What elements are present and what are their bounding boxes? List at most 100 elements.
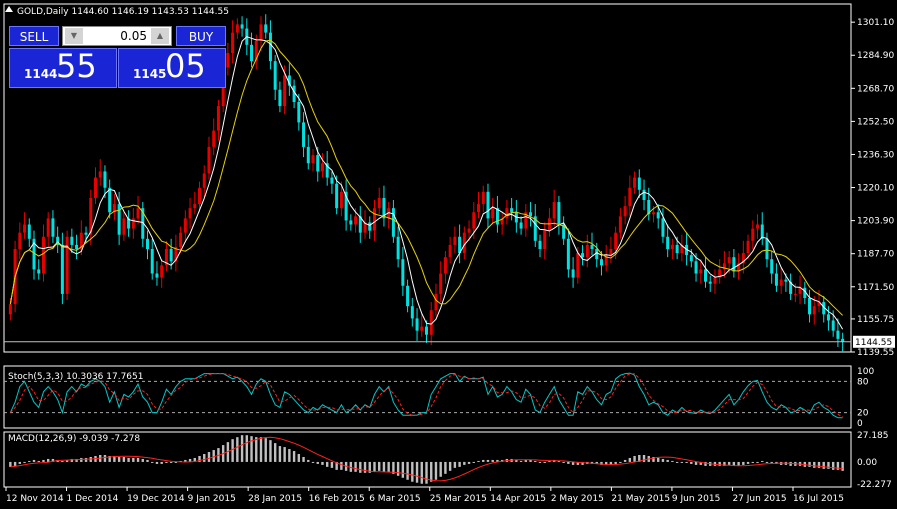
candle-body: [37, 269, 41, 274]
candle-body: [628, 187, 632, 207]
candle-body: [65, 236, 69, 294]
candle-body: [765, 238, 769, 260]
candle-body: [651, 212, 655, 215]
time-tick-label: 12 Nov 2014: [6, 494, 64, 504]
macd-histogram-bar: [292, 451, 296, 462]
candle-body: [283, 75, 287, 107]
candle-body: [689, 255, 693, 262]
candle-body: [505, 208, 509, 219]
macd-histogram-bar: [817, 461, 821, 468]
lot-increase-icon[interactable]: ▲: [151, 28, 169, 44]
macd-histogram-bar: [406, 461, 409, 480]
candle-body: [146, 238, 149, 249]
macd-histogram-bar: [127, 457, 130, 462]
price-tick-label: 1268.70: [857, 84, 894, 94]
candle-body: [330, 177, 334, 184]
macd-histogram-bar: [765, 461, 769, 463]
time-tick-label: 19 Dec 2014: [127, 494, 185, 504]
macd-histogram-bar: [813, 461, 816, 468]
lot-size-value[interactable]: 0.05: [120, 27, 147, 45]
candle-body: [576, 253, 580, 278]
time-tick-label: 6 Mar 2015: [369, 494, 420, 504]
ask-price-small: 1145: [133, 67, 167, 81]
macd-histogram-bar: [477, 460, 480, 462]
candle-body: [46, 218, 50, 237]
price-tick-label: 1236.30: [857, 150, 894, 160]
stoch-tick-label: 0: [857, 419, 863, 429]
macd-histogram-bar: [363, 461, 367, 473]
sell-button[interactable]: SELL: [9, 26, 59, 46]
candle-body: [751, 228, 755, 241]
ask-price-tile[interactable]: 1145 05: [118, 47, 226, 88]
candle-body: [633, 177, 637, 188]
candle-body: [349, 220, 353, 225]
candle-body: [637, 177, 641, 190]
candle-body: [543, 230, 547, 249]
candle-body: [108, 187, 112, 213]
candle-body: [732, 257, 736, 272]
macd-histogram-bar: [756, 461, 759, 463]
macd-histogram-bar: [448, 461, 452, 471]
macd-histogram-bar: [453, 461, 457, 468]
macd-histogram-bar: [117, 456, 121, 462]
candle-body: [231, 32, 235, 53]
candle-body: [183, 218, 187, 233]
time-tick-label: 16 Jul 2015: [793, 494, 844, 504]
candle-body: [396, 236, 400, 260]
candle-body: [448, 244, 452, 258]
macd-histogram-bar: [742, 461, 745, 465]
macd-histogram-bar: [302, 456, 305, 462]
candle-body: [779, 279, 783, 286]
candle-body: [836, 330, 840, 339]
macd-histogram-bar: [562, 461, 565, 463]
candle-body: [60, 244, 64, 294]
candle-body: [774, 273, 778, 286]
lot-size-field[interactable]: ▼ 0.05 ▲: [62, 26, 172, 46]
macd-histogram-bar: [42, 459, 45, 462]
macd-histogram-bar: [278, 446, 282, 462]
macd-histogram-bar: [614, 461, 617, 464]
time-tick-label: 1 Dec 2014: [67, 494, 119, 504]
macd-histogram-bar: [297, 454, 301, 462]
candle-body: [472, 212, 476, 229]
lot-decrease-icon[interactable]: ▼: [65, 28, 83, 44]
macd-histogram-bar: [160, 461, 163, 464]
buy-button[interactable]: BUY: [176, 26, 226, 46]
macd-histogram-bar: [463, 461, 466, 465]
price-tick-label: 1301.10: [857, 18, 894, 28]
price-tick-label: 1171.50: [857, 283, 894, 293]
candle-body: [410, 306, 414, 319]
macd-histogram-bar: [401, 461, 405, 478]
candle-body: [131, 218, 135, 229]
macd-histogram-bar: [269, 440, 272, 462]
macd-tick-label: -22.277: [857, 480, 892, 490]
candle-body: [439, 273, 443, 294]
candle-body: [614, 232, 618, 249]
candle-body: [27, 224, 31, 239]
candle-body: [571, 269, 575, 278]
time-tick-label: 9 Jan 2015: [188, 494, 236, 504]
candle-body: [585, 244, 589, 258]
candle-body: [590, 244, 594, 249]
candle-body: [529, 212, 533, 217]
macd-histogram-bar: [633, 455, 636, 462]
macd-tick-label: 27.185: [857, 431, 889, 441]
candle-body: [316, 155, 320, 172]
bid-price-tile[interactable]: 1144 55: [9, 47, 117, 88]
macd-histogram-bar: [396, 461, 400, 476]
candle-body: [70, 236, 74, 245]
macd-histogram-bar: [103, 454, 107, 462]
macd-tick-label: 0.00: [857, 458, 877, 468]
candle-body: [425, 326, 428, 335]
collapse-triangle-icon[interactable]: [5, 6, 13, 12]
price-tick-label: 1155.75: [857, 315, 894, 325]
candle-body: [93, 177, 97, 198]
candle-body: [216, 106, 220, 131]
candle-body: [727, 257, 731, 264]
macd-histogram-bar: [831, 461, 835, 470]
macd-histogram-bar: [18, 461, 22, 464]
macd-histogram-bar: [240, 435, 244, 462]
macd-histogram-bar: [519, 460, 523, 462]
macd-histogram-bar: [628, 457, 632, 462]
candle-body: [259, 24, 263, 41]
